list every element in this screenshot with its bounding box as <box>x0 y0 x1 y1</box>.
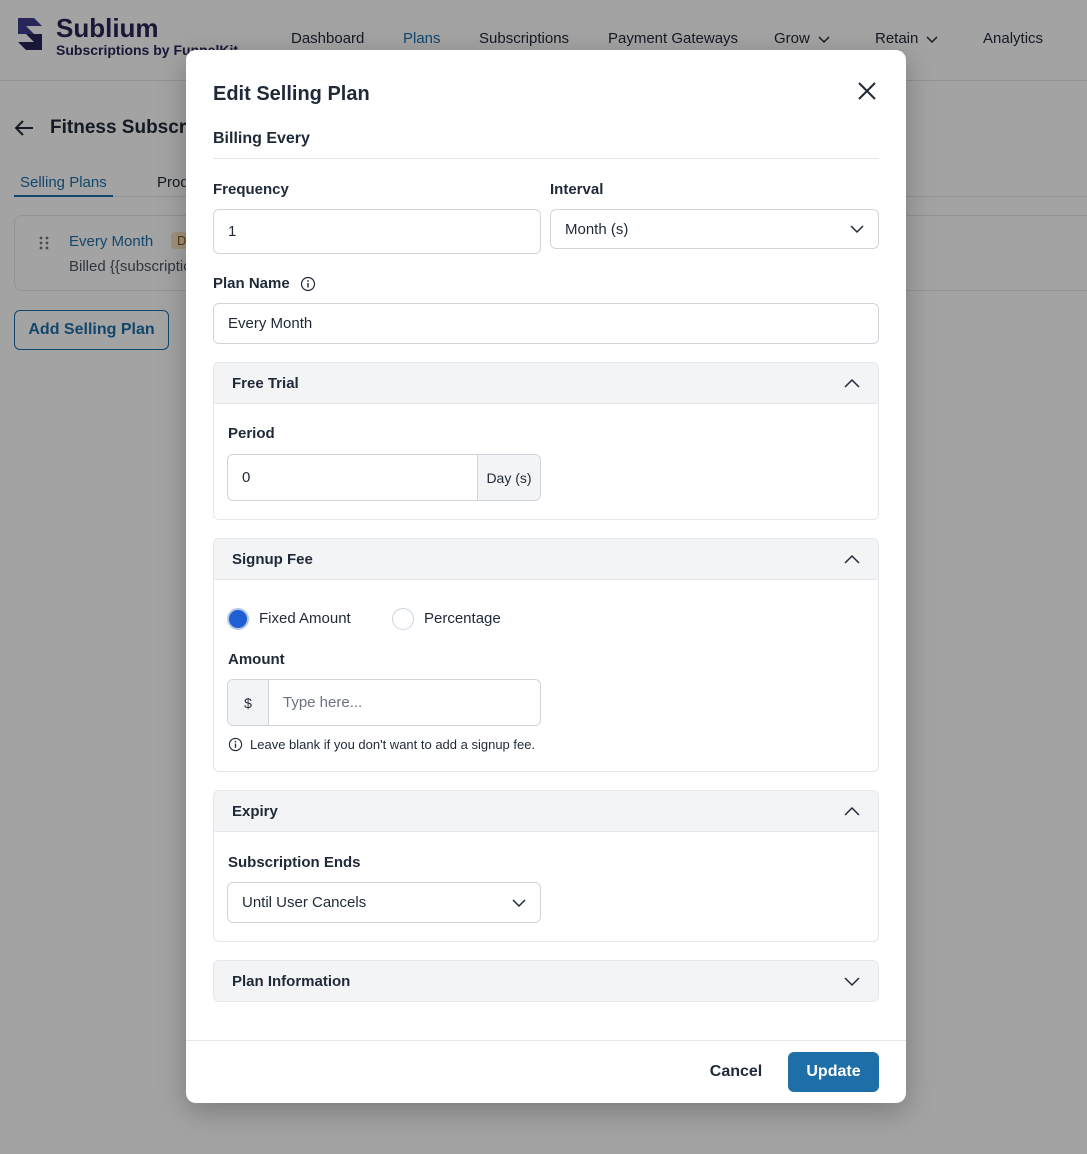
free-trial-header[interactable]: Free Trial <box>214 363 878 404</box>
signup-fee-header[interactable]: Signup Fee <box>214 539 878 580</box>
free-trial-title: Free Trial <box>232 374 299 392</box>
signup-fee-amount-input[interactable]: $ Type here... <box>227 679 541 726</box>
info-icon <box>228 737 243 752</box>
interval-value: Month (s) <box>565 220 629 238</box>
billing-every-heading: Billing Every <box>213 130 879 159</box>
plan-name-label-text: Plan Name <box>213 275 290 292</box>
plan-name-input[interactable]: Every Month <box>213 303 879 344</box>
amount-placeholder: Type here... <box>283 694 363 711</box>
close-icon[interactable] <box>856 80 878 102</box>
update-button[interactable]: Update <box>788 1052 879 1092</box>
frequency-value: 1 <box>228 223 237 240</box>
percentage-label: Percentage <box>424 610 501 627</box>
cancel-button[interactable]: Cancel <box>696 1052 776 1092</box>
period-label: Period <box>228 425 275 442</box>
currency-addon: $ <box>228 680 269 725</box>
trial-period-value: 0 <box>242 469 251 486</box>
fixed-amount-radio[interactable] <box>227 608 249 630</box>
frequency-label: Frequency <box>213 181 289 198</box>
percentage-radio[interactable] <box>392 608 414 630</box>
chevron-up-icon <box>844 554 860 564</box>
trial-period-unit: Day (s) <box>477 455 540 500</box>
plan-name-label: Plan Name <box>213 275 316 292</box>
plan-information-title: Plan Information <box>232 972 351 990</box>
subscription-ends-value: Until User Cancels <box>242 894 367 911</box>
info-icon[interactable] <box>300 276 316 292</box>
fixed-amount-label: Fixed Amount <box>259 610 351 627</box>
chevron-down-icon <box>844 977 860 987</box>
chevron-down-icon <box>512 898 526 907</box>
edit-selling-plan-modal: Edit Selling Plan Billing Every Frequenc… <box>186 50 906 1103</box>
interval-label: Interval <box>550 181 604 198</box>
chevron-down-icon <box>850 225 864 234</box>
frequency-input[interactable]: 1 <box>213 209 541 254</box>
expiry-title: Expiry <box>232 802 278 820</box>
signup-fee-help: Leave blank if you don't want to add a s… <box>228 737 535 752</box>
chevron-up-icon <box>844 806 860 816</box>
signup-fee-help-text: Leave blank if you don't want to add a s… <box>250 737 536 752</box>
signup-fee-title: Signup Fee <box>232 550 313 568</box>
plan-information-header[interactable]: Plan Information <box>214 961 878 1001</box>
modal-footer: Cancel Update <box>186 1040 906 1104</box>
plan-name-value: Every Month <box>228 315 313 332</box>
expiry-panel: Expiry Subscription Ends Until User Canc… <box>213 790 879 942</box>
plan-information-panel: Plan Information <box>213 960 879 1002</box>
modal-title: Edit Selling Plan <box>213 83 370 105</box>
interval-select[interactable]: Month (s) <box>550 209 879 249</box>
subscription-ends-select[interactable]: Until User Cancels <box>227 882 541 923</box>
chevron-up-icon <box>844 378 860 388</box>
free-trial-panel: Free Trial Period 0 Day (s) <box>213 362 879 520</box>
expiry-header[interactable]: Expiry <box>214 791 878 832</box>
amount-label: Amount <box>228 651 285 668</box>
signup-fee-panel: Signup Fee Fixed Amount Percentage Amoun… <box>213 538 879 772</box>
subscription-ends-label: Subscription Ends <box>228 854 361 871</box>
trial-period-input[interactable]: 0 Day (s) <box>227 454 541 501</box>
